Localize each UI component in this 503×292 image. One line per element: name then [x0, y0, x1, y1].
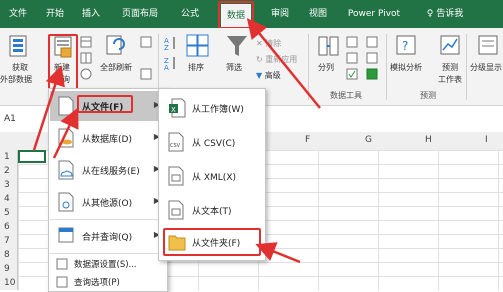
arrow-to-from-folder [255, 242, 301, 264]
arrow-to-data-tab [246, 18, 321, 109]
arrow-to-new-query [32, 65, 65, 151]
arrow-to-from-file [52, 107, 79, 159]
annotation-arrows [32, 18, 321, 264]
